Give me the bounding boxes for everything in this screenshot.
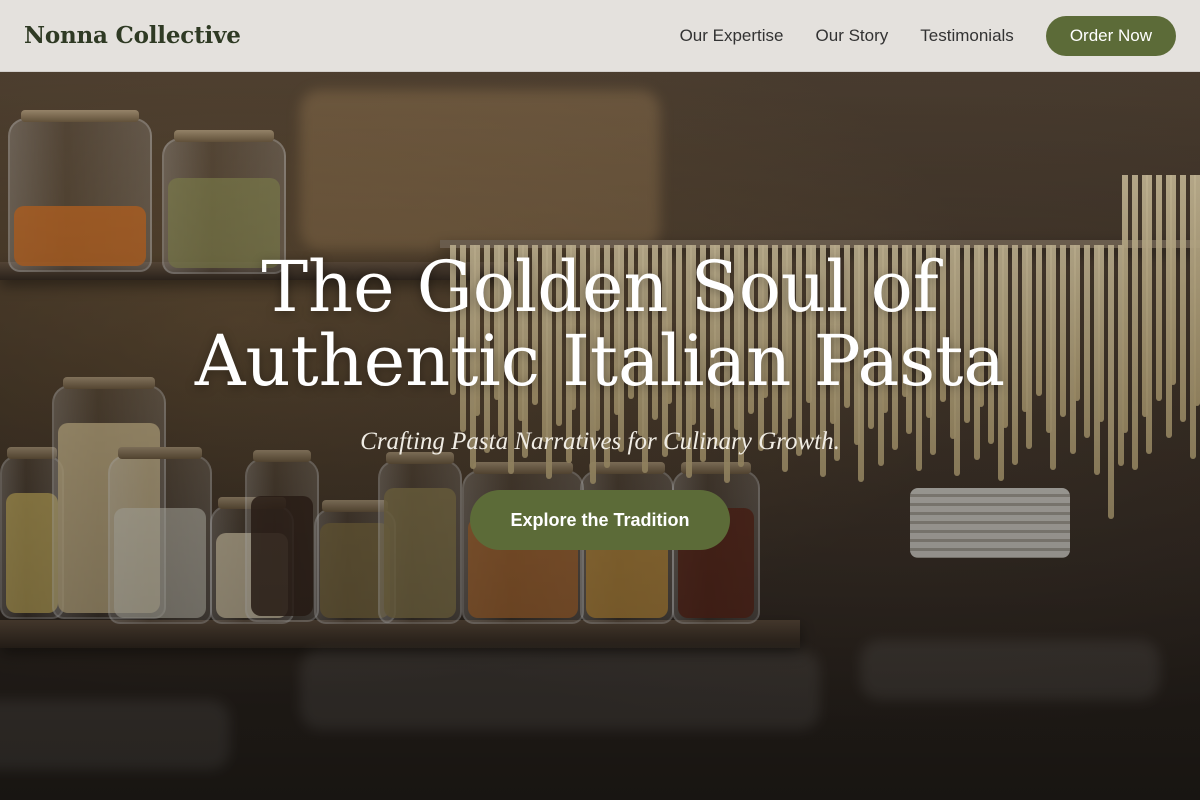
hero-headline: The Golden Soul of Authentic Italian Pas… — [0, 250, 1200, 398]
brand-logo[interactable]: Nonna Collective — [24, 22, 241, 49]
hero-headline-line-2: Authentic Italian Pasta — [194, 320, 1006, 402]
main-nav: Our Expertise Our Story Testimonials Ord… — [648, 15, 1176, 56]
nav-link-our-story[interactable]: Our Story — [816, 26, 889, 46]
top-navigation-bar: Nonna Collective Our Expertise Our Story… — [0, 0, 1200, 72]
hero-headline-line-1: The Golden Soul of — [261, 246, 939, 328]
explore-tradition-button[interactable]: Explore the Tradition — [470, 490, 730, 550]
hero-subheadline: Crafting Pasta Narratives for Culinary G… — [360, 428, 840, 455]
nav-link-our-expertise[interactable]: Our Expertise — [680, 26, 784, 46]
hero-section: The Golden Soul of Authentic Italian Pas… — [0, 250, 1200, 550]
order-now-button[interactable]: Order Now — [1045, 15, 1176, 56]
nav-link-testimonials[interactable]: Testimonials — [920, 26, 1014, 46]
